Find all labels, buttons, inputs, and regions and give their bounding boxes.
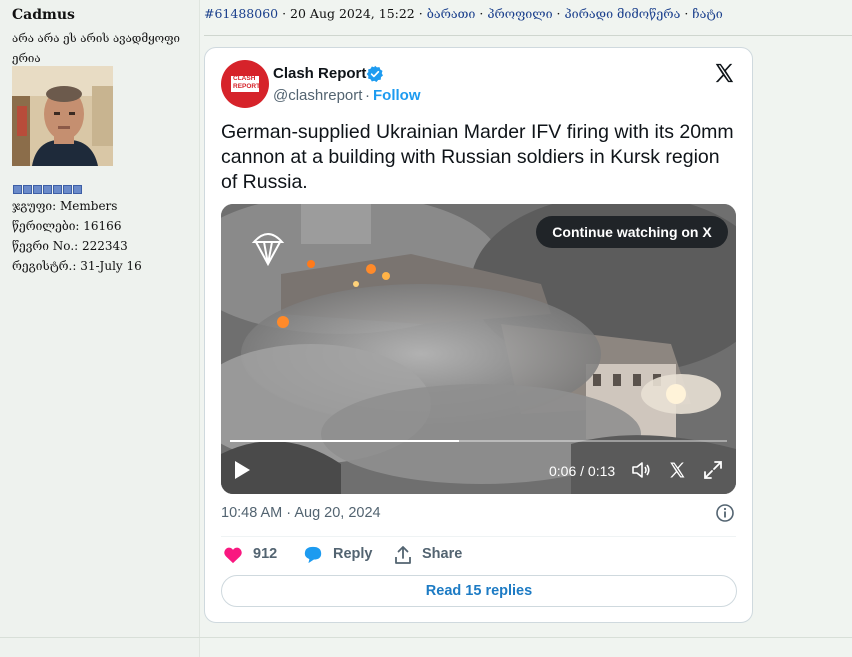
volume-icon[interactable] — [631, 460, 651, 480]
like-count[interactable]: 912 — [253, 546, 277, 562]
video-time: 0:06 / 0:13 — [549, 463, 616, 479]
rank-pips — [13, 185, 82, 194]
continue-watching-button[interactable]: Continue watching on X — [536, 216, 728, 248]
video-progress-fill — [230, 440, 459, 442]
username[interactable]: Cadmus — [12, 7, 75, 23]
post-header: #61488060 · 20 Aug 2024, 15:22 · ბარათი … — [204, 6, 723, 21]
user-title: არა არა ეს არის ავადმყოფი ერია — [12, 31, 180, 65]
reply-bubble-icon[interactable] — [303, 545, 323, 565]
header-divider — [204, 35, 852, 36]
verified-badge-icon — [366, 65, 383, 82]
embedded-tweet[interactable]: CLASH REPORT Clash Report @clashreport ·… — [204, 47, 753, 623]
tweet-divider — [221, 536, 736, 537]
stat-posts: წერილები: 16166 — [12, 219, 122, 233]
tweet-video[interactable]: Continue watching on X 0:06 / 0:13 — [221, 204, 736, 494]
tweet-handle[interactable]: @clashreport — [273, 87, 362, 104]
separator-dot: · — [365, 87, 370, 104]
stat-registered: რეგისტრ.: 31-July 16 — [12, 259, 142, 273]
link-card[interactable]: ბარათი — [427, 6, 476, 21]
avatar-logo-text: CLASH REPORT — [233, 75, 261, 90]
x-brand-video-icon[interactable] — [668, 461, 686, 479]
reply-button[interactable]: Reply — [333, 546, 373, 562]
post-id-link[interactable]: #61488060 — [204, 6, 278, 21]
share-icon[interactable] — [393, 545, 413, 565]
user-stats: ჯგუფი: Members წერილები: 16166 წევრი No.… — [12, 196, 142, 276]
post-bottom-divider — [0, 637, 852, 638]
link-profile[interactable]: პროფილი — [487, 6, 552, 21]
tweet-timestamp[interactable]: 10:48 AM · Aug 20, 2024 — [221, 505, 381, 521]
tweet-avatar[interactable]: CLASH REPORT — [221, 60, 269, 108]
avatar-photo — [12, 66, 113, 166]
post-date: · 20 Aug 2024, 15:22 · — [282, 6, 427, 21]
link-private-message[interactable]: პირადი მიმოწერა — [565, 6, 681, 21]
user-sidebar: Cadmus არა არა ეს არის ავადმყოფი ერია ჯგ… — [0, 0, 200, 657]
read-replies-button[interactable]: Read 15 replies — [221, 575, 737, 607]
follow-link[interactable]: Follow — [373, 87, 421, 104]
video-progress-bar[interactable] — [230, 440, 727, 442]
stat-group: ჯგუფი: Members — [12, 199, 118, 213]
avatar — [12, 66, 113, 166]
tweet-account-name[interactable]: Clash Report — [273, 65, 366, 82]
x-logo-icon[interactable] — [713, 62, 735, 84]
share-button[interactable]: Share — [422, 546, 462, 562]
tweet-text: German-supplied Ukrainian Marder IFV fir… — [221, 121, 734, 193]
info-icon[interactable] — [715, 503, 735, 523]
fullscreen-icon[interactable] — [703, 460, 723, 480]
link-chat[interactable]: ჩატი — [692, 6, 722, 21]
stat-member-no: წევრი No.: 222343 — [12, 239, 128, 253]
heart-icon[interactable] — [223, 546, 243, 564]
play-icon[interactable] — [233, 460, 251, 480]
